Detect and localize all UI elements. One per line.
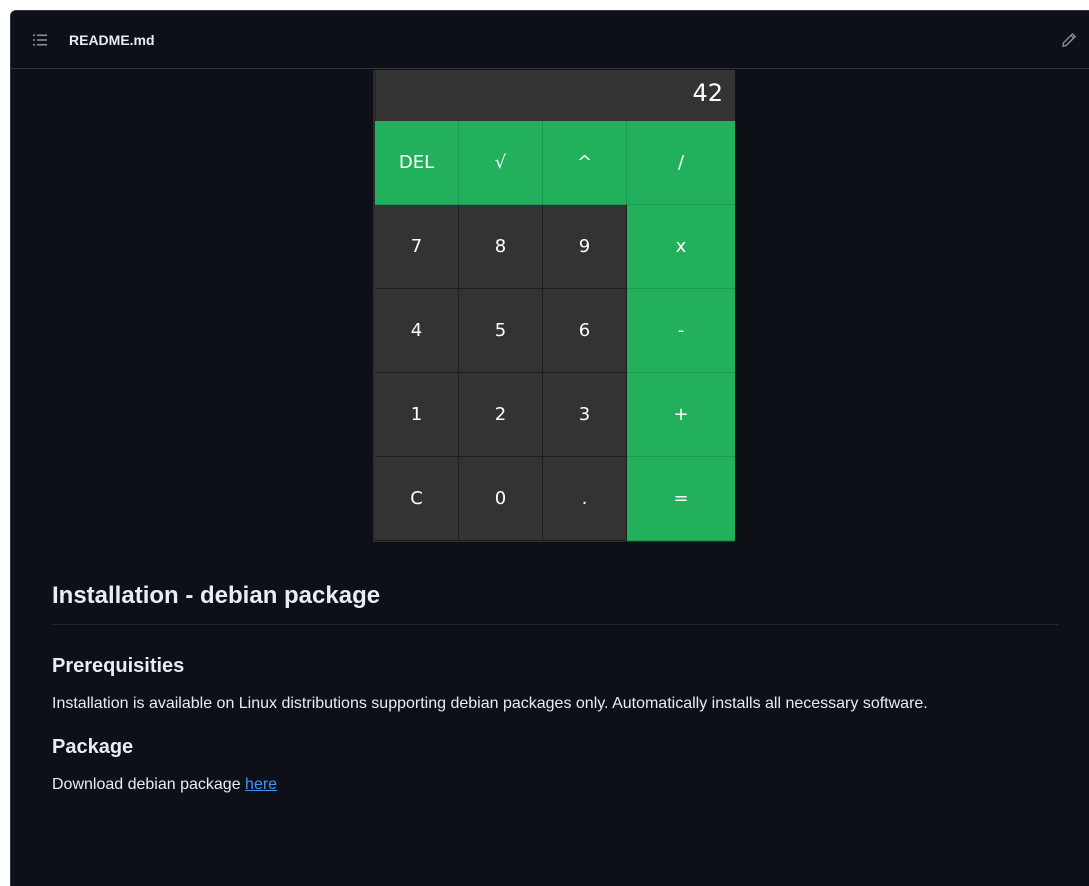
calc-key[interactable]: DEL	[375, 121, 459, 205]
calculator-display: 42	[375, 70, 735, 121]
calc-key[interactable]: /	[627, 121, 735, 205]
prerequisities-text: Installation is available on Linux distr…	[52, 695, 928, 712]
package-text: Download debian package here	[52, 773, 1058, 797]
calc-key[interactable]: 8	[459, 205, 543, 289]
calc-key[interactable]: 6	[543, 289, 627, 373]
calc-key[interactable]: √	[459, 121, 543, 205]
prerequisities-heading: Prerequisities	[52, 655, 185, 677]
calc-key[interactable]: 3	[543, 373, 627, 457]
calculator-keypad: DEL √ ^/ 7 8 9 x 4 5 6- 1 2 3 + C 0. =	[375, 121, 735, 541]
download-here-link[interactable]: here	[245, 776, 277, 793]
pencil-icon[interactable]	[1061, 32, 1077, 48]
calc-key[interactable]: 2	[459, 373, 543, 457]
calculator-display-value: 42	[692, 79, 723, 107]
calc-key[interactable]: 1	[375, 373, 459, 457]
readme-content: Installation - debian package Prerequisi…	[52, 581, 1058, 797]
calc-key[interactable]: 0	[459, 457, 543, 541]
calc-key[interactable]: =	[627, 457, 735, 541]
list-icon[interactable]	[33, 33, 47, 47]
calculator-screenshot: 42 DEL √ ^/ 7 8 9 x 4 5 6- 1 2 3 + C 0. =	[373, 70, 735, 542]
file-header: README.md	[11, 11, 1089, 69]
file-name: README.md	[69, 32, 155, 48]
calc-key[interactable]: 9	[543, 205, 627, 289]
calc-key[interactable]: ^	[543, 121, 627, 205]
calc-key[interactable]: .	[543, 457, 627, 541]
calc-key[interactable]: +	[627, 373, 735, 457]
readme-panel: README.md 42 DEL √ ^/ 7 8 9 x 4 5 6- 1 2 3 + C 0. = Inst…	[10, 10, 1089, 886]
installation-heading: Installation - debian package	[52, 581, 1058, 625]
package-heading: Package	[52, 736, 134, 758]
package-text-label: Download debian package	[52, 776, 241, 793]
calc-key[interactable]: 5	[459, 289, 543, 373]
calc-key[interactable]: 4	[375, 289, 459, 373]
calc-key[interactable]: C	[375, 457, 459, 541]
calc-key[interactable]: 7	[375, 205, 459, 289]
calc-key[interactable]: -	[627, 289, 735, 373]
calc-key[interactable]: x	[627, 205, 735, 289]
